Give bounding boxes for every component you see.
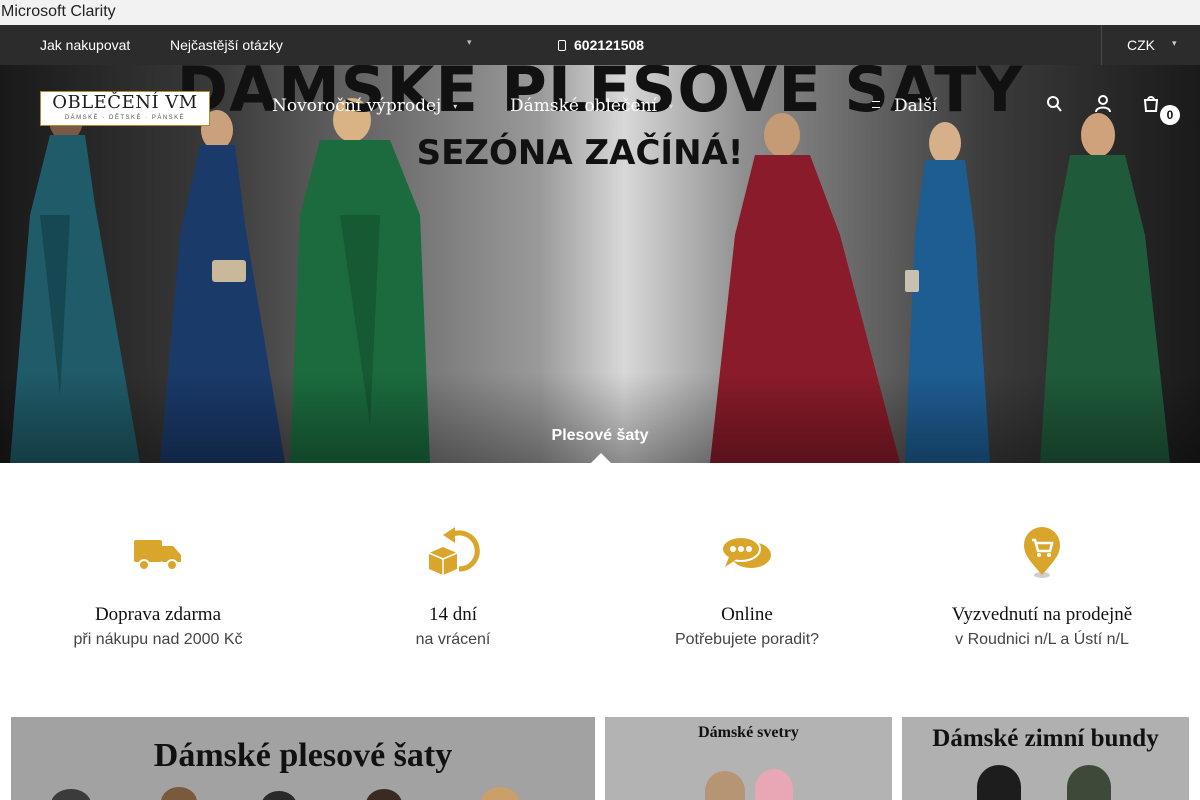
- phone-number: 602121508: [574, 37, 645, 53]
- nav-label: Novoroční výprodej: [272, 96, 442, 116]
- currency-select[interactable]: CZK ▾: [1101, 25, 1200, 65]
- tile-model: [705, 771, 745, 800]
- cart-count-badge: 0: [1160, 105, 1180, 125]
- chevron-down-icon: ▾: [453, 102, 458, 111]
- logo-text: OBLEČENÍ VM: [52, 92, 198, 113]
- menu-icon: [872, 101, 880, 108]
- nav-item-new-year-sale[interactable]: Novoroční výprodej ▾: [272, 91, 457, 121]
- benefit-subtitle: na vrácení: [415, 631, 491, 648]
- return-box-icon: [428, 527, 480, 575]
- chevron-down-icon: ▾: [1172, 38, 1177, 48]
- hero-shade: [0, 373, 1200, 463]
- how-to-shop-link[interactable]: Jak nakupovat: [40, 25, 130, 65]
- truck-icon: [134, 540, 181, 571]
- clarity-bar: Microsoft Clarity: [0, 0, 1200, 25]
- tile-model: [161, 787, 197, 800]
- hero-caption[interactable]: Plesové šaty: [0, 427, 1200, 445]
- store-pin-icon: [1024, 527, 1060, 578]
- category-tile-ball-dresses[interactable]: Dámské plesové šaty: [11, 717, 595, 800]
- tile-model: [977, 765, 1021, 800]
- tile-title: Dámské zimní bundy: [932, 725, 1159, 752]
- currency-value: CZK: [1127, 37, 1155, 53]
- benefit-subtitle: při nákupu nad 2000 Kč: [73, 631, 243, 648]
- phone-icon: [558, 40, 566, 51]
- tile-model: [51, 789, 91, 800]
- benefit-store-pickup: Vyzvednutí na prodejně v Roudnici n/L a …: [894, 523, 1190, 649]
- benefit-free-shipping: Doprava zdarma při nákupu nad 2000 Kč: [10, 523, 306, 649]
- category-tile-sweaters[interactable]: Dámské svetry: [605, 717, 892, 800]
- tile-model: [366, 789, 402, 800]
- search-icon[interactable]: [1046, 95, 1062, 113]
- logo-tagline: DÁMSKÉ · DĚTSKÉ · PÁNSKÉ: [64, 115, 186, 121]
- benefit-returns: 14 dní na vrácení: [305, 523, 601, 649]
- nav-more[interactable]: Další: [872, 91, 937, 121]
- tile-model: [755, 769, 793, 800]
- nav-label: Dámské oblečení: [510, 96, 657, 116]
- hero-subtitle: SEZÓNA ZAČÍNÁ!: [416, 133, 744, 173]
- phone-link[interactable]: 602121508: [558, 25, 644, 65]
- benefit-online: Online Potřebujete poradit?: [599, 523, 895, 649]
- tile-model: [481, 787, 519, 800]
- tile-model: [261, 791, 297, 800]
- top-bar: Jak nakupovat Nejčastější otázky ▾ 60212…: [0, 25, 1200, 65]
- hero-pointer: [591, 453, 611, 463]
- chevron-down-icon[interactable]: ▾: [467, 37, 472, 48]
- faq-link[interactable]: Nejčastější otázky: [170, 25, 283, 65]
- chevron-down-icon: ▾: [668, 102, 673, 111]
- benefit-title: Doprava zdarma: [94, 604, 222, 625]
- benefit-title: Online: [721, 604, 773, 625]
- nav-more-label: Další: [894, 96, 938, 116]
- benefit-subtitle: Potřebujete poradit?: [674, 631, 820, 648]
- benefit-subtitle: v Roudnici n/L a Ústí n/L: [955, 631, 1129, 648]
- tile-title: Dámské plesové šaty: [153, 737, 453, 774]
- category-tile-winter-jackets[interactable]: Dámské zimní bundy: [902, 717, 1189, 800]
- tile-title: Dámské svetry: [698, 724, 799, 741]
- cart-icon[interactable]: [1143, 95, 1159, 113]
- user-icon[interactable]: [1095, 95, 1111, 113]
- benefit-title: Vyzvednutí na prodejně: [951, 604, 1133, 625]
- benefits-section: Doprava zdarma při nákupu nad 2000 Kč 14…: [0, 463, 1200, 713]
- site-logo[interactable]: OBLEČENÍ VM DÁMSKÉ · DĚTSKÉ · PÁNSKÉ: [40, 91, 210, 126]
- tile-model: [1067, 765, 1111, 800]
- chat-icon: [721, 536, 771, 568]
- benefit-title: 14 dní: [428, 604, 478, 625]
- nav-item-womens-clothing[interactable]: Dámské oblečení ▾: [510, 91, 673, 121]
